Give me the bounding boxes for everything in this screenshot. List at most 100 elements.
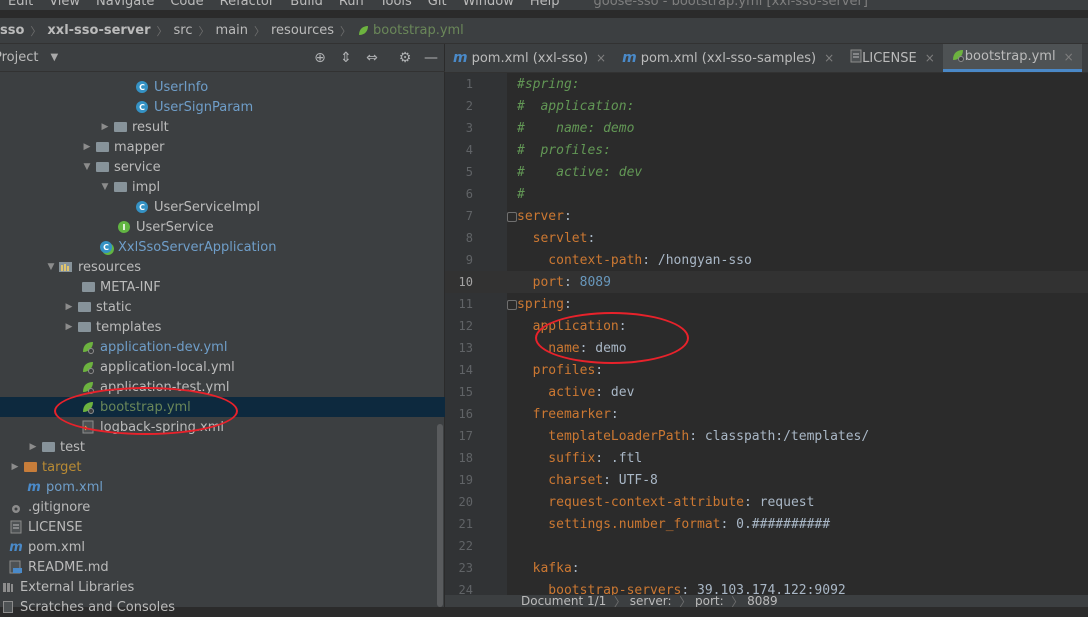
line-number: 9 [465,253,473,267]
tree-item[interactable]: C UserServiceImpl [0,197,445,217]
tab-pom-xml-xxl-sso-[interactable]: m pom.xml (xxl-sso) × [445,44,614,72]
tab-license[interactable]: LICENSE × [842,44,943,72]
collapse-all-icon[interactable]: ⇔ [363,49,381,67]
gear-icon[interactable]: ⚙ [396,49,414,67]
code-text: application: [517,319,627,334]
code-token: templateLoaderPath [517,428,690,444]
tree-item-label: target [42,459,82,475]
breadcrumb-item[interactable]: resources [271,23,336,38]
tree-item[interactable]: I UserService [0,217,445,237]
line-number: 14 [458,363,473,377]
tree-item[interactable]: C UserSignParam [0,97,445,117]
breadcrumb-item[interactable]: bootstrap.yml [357,23,466,38]
menu-item-window[interactable]: Window [455,0,522,9]
tab-bootstrap-yml[interactable]: bootstrap.yml × [942,44,1082,72]
tree-item[interactable]: application-local.yml [0,357,445,377]
chevron-right-icon[interactable]: ▶ [98,122,112,132]
menu-item-navigate[interactable]: Navigate [88,0,162,9]
code-text: # application: [517,99,634,114]
tree-item[interactable]: m pom.xml [0,477,445,497]
tree-item[interactable]: LICENSE [0,517,445,537]
minimize-icon[interactable]: — [422,49,440,67]
project-title[interactable]: Project [0,50,38,65]
tree-item[interactable]: ▼ resources [0,257,445,277]
chevron-right-icon[interactable]: ▶ [26,442,40,452]
tree-item[interactable]: ▶ target [0,457,445,477]
tree-item[interactable]: bootstrap.yml [0,397,445,417]
tree-item[interactable]: ▼ impl [0,177,445,197]
tree-item[interactable]: META-INF [0,277,445,297]
tree-item-label: pom.xml [46,479,103,495]
menu-item-refactor[interactable]: Refactor [212,0,283,9]
status-crumb[interactable]: Document 1/1 [521,595,606,607]
tree-item[interactable]: ▶ mapper [0,137,445,157]
tree-item[interactable]: .gitignore [0,497,445,517]
tree-item[interactable]: ▼ service [0,157,445,177]
tree-item[interactable]: README.md [0,557,445,577]
status-crumb[interactable]: port: [695,595,724,607]
close-icon[interactable]: × [925,51,935,65]
tree-item[interactable]: application-dev.yml [0,337,445,357]
chevron-right-icon[interactable]: ▶ [62,322,76,332]
chevron-down-icon[interactable]: ▼ [50,52,58,63]
tree-scrollbar[interactable] [437,424,443,607]
code-line: 12 application: [445,315,1088,337]
chevron-right-icon[interactable]: ▶ [8,462,22,472]
code-text: # name: demo [517,121,634,136]
fold-icon[interactable] [507,300,517,310]
tree-item-label: logback-spring.xml [100,419,224,435]
tree-item[interactable]: m pom.xml [0,537,445,557]
status-crumb[interactable]: server: [630,595,672,607]
expand-all-icon[interactable]: ⇕ [337,49,355,67]
breadcrumb-item[interactable]: xxl-sso-server [47,23,152,38]
locate-icon[interactable]: ⊕ [311,49,329,67]
menu-item-help[interactable]: Help [522,0,568,9]
tree-item[interactable]: Scratches and Consoles [0,597,445,617]
tree-item[interactable]: ▶ test [0,437,445,457]
code-line: 4 # profiles: [445,139,1088,161]
close-icon[interactable]: × [596,51,606,65]
tab-appl[interactable]: appl [1082,44,1088,72]
close-icon[interactable]: × [824,51,834,65]
tree-item[interactable]: logback-spring.xml [0,417,445,437]
tree-item[interactable]: External Libraries [0,577,445,597]
code-line: 11 spring: [445,293,1088,315]
close-icon[interactable]: × [1064,50,1074,64]
status-crumb[interactable]: 8089 [747,595,778,607]
menu-item-run[interactable]: Run [331,0,372,9]
text-file-icon [8,519,24,535]
menu-item-build[interactable]: Build [282,0,331,9]
code-text: profiles: [517,363,603,378]
code-text: # profiles: [517,143,611,158]
menu-item-edit[interactable]: Edit [0,0,41,9]
chevron-down-icon[interactable]: ▼ [98,182,112,192]
tree-item[interactable]: C XxlSsoServerApplication [0,237,445,257]
chevron-right-icon[interactable]: ▶ [80,142,94,152]
code-token: name [517,340,580,356]
breadcrumb-item[interactable]: sso [0,23,26,38]
menu-item-tools[interactable]: Tools [372,0,420,9]
fold-icon[interactable] [507,212,517,222]
tree-item[interactable]: C UserInfo [0,77,445,97]
chevron-down-icon[interactable]: ▼ [44,262,58,272]
code-line: 7 server: [445,205,1088,227]
breadcrumb-item[interactable]: src [174,23,195,38]
chevron-right-icon[interactable]: ▶ [62,302,76,312]
tree-item[interactable]: application-test.yml [0,377,445,397]
chevron-down-icon[interactable]: ▼ [80,162,94,172]
code-line: 19 charset: UTF-8 [445,469,1088,491]
tree-item[interactable]: ▶ static [0,297,445,317]
code-token: 8089 [579,274,611,290]
breadcrumb-item[interactable]: main [216,23,250,38]
menu-item-code[interactable]: Code [162,0,211,9]
tab-pom-xml-xxl-sso-samples-[interactable]: m pom.xml (xxl-sso-samples) × [614,44,842,72]
menu-item-view[interactable]: View [41,0,88,9]
tree-item-label: UserSignParam [154,99,254,115]
app-class-icon: C [98,239,114,255]
tree-item[interactable]: ▶ result [0,117,445,137]
code-editor[interactable]: 1 #spring: 2 # application: 3 # name: demo 4 # … [445,73,1088,607]
spring-yml-icon [80,339,96,355]
menu-item-git[interactable]: Git [420,0,455,9]
class-icon: C [134,79,150,95]
tree-item[interactable]: ▶ templates [0,317,445,337]
